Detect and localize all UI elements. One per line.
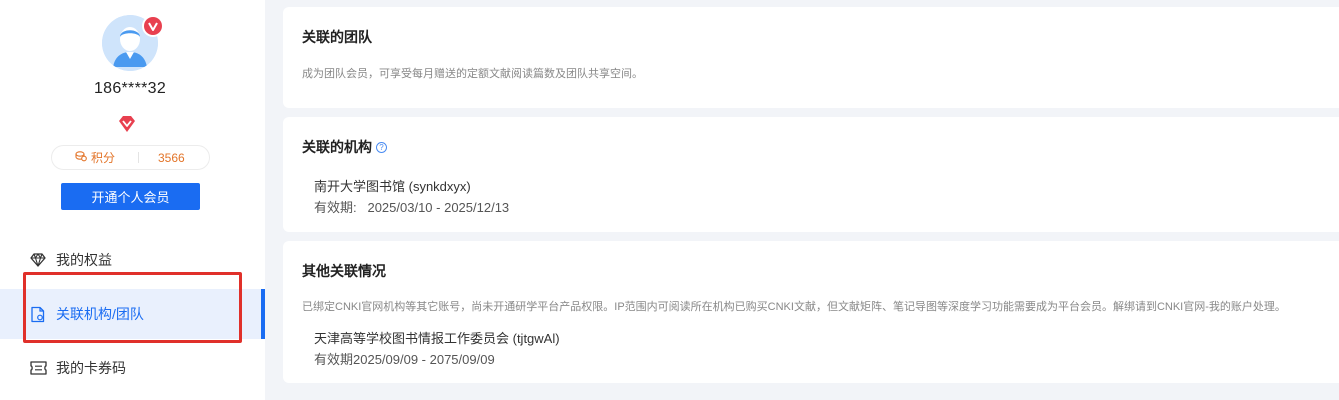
linked-org-title-row: 关联的机构? [302, 137, 387, 157]
nav-item-label: 我的卡券码 [56, 360, 126, 376]
linked-team-card: 关联的团队 成为团队会员，可享受每月赠送的定额文献阅读篇数及团队共享空间。 [283, 7, 1339, 108]
coin-icon [75, 150, 87, 165]
other-org-name: 天津高等学校图书情报工作委员会 (tjtgwAl) [314, 331, 560, 346]
username: 186****32 [93, 80, 167, 97]
document-icon [29, 305, 47, 323]
org-name: 南开大学图书馆 (synkdxyx) [314, 179, 471, 194]
linked-team-desc: 成为团队会员，可享受每月赠送的定额文献阅读篇数及团队共享空间。 [302, 68, 643, 80]
help-icon[interactable]: ? [376, 142, 387, 153]
nav-item-linked-orgs[interactable]: 关联机构/团队 [0, 289, 265, 339]
other-org-validity: 有效期2025/09/09 - 2075/09/09 [314, 352, 495, 367]
linked-org-card: 关联的机构? 南开大学图书馆 (synkdxyx) 有效期: 2025/03/1… [283, 117, 1339, 232]
ticket-icon [29, 359, 47, 377]
avatar-wrap [102, 15, 164, 71]
points-pill[interactable]: 积分 3566 [51, 145, 210, 170]
points-label-group: 积分 [52, 149, 138, 166]
diamond-icon [29, 251, 47, 269]
other-associations-title: 其他关联情况 [302, 263, 386, 279]
vip-badge-icon [142, 15, 164, 37]
sidebar: 186****32 积分 3566 开通个人会员 我的权益 关联机构/团队 我的… [0, 0, 265, 400]
org-validity: 有效期: 2025/03/10 - 2025/12/13 [314, 197, 509, 216]
nav-item-my-benefits[interactable]: 我的权益 [0, 235, 265, 285]
validity-range: 2025/03/10 - 2025/12/13 [367, 200, 510, 215]
nav-item-label: 我的权益 [56, 252, 112, 268]
points-value: 3566 [158, 150, 185, 165]
open-vip-button[interactable]: 开通个人会员 [61, 183, 200, 210]
linked-team-title: 关联的团队 [302, 29, 372, 45]
other-associations-card: 其他关联情况 已绑定CNKI官网机构等其它账号，尚未开通研学平台产品权限。IP范… [283, 241, 1339, 383]
vip-level-icon [117, 114, 137, 134]
validity-label: 有效期: [314, 200, 357, 215]
other-associations-desc: 已绑定CNKI官网机构等其它账号，尚未开通研学平台产品权限。IP范围内可阅读所在… [302, 301, 1286, 313]
linked-org-title: 关联的机构 [302, 139, 372, 155]
nav-item-label: 关联机构/团队 [56, 306, 144, 322]
nav-item-my-coupons[interactable]: 我的卡券码 [0, 343, 265, 393]
points-label: 积分 [91, 151, 116, 165]
